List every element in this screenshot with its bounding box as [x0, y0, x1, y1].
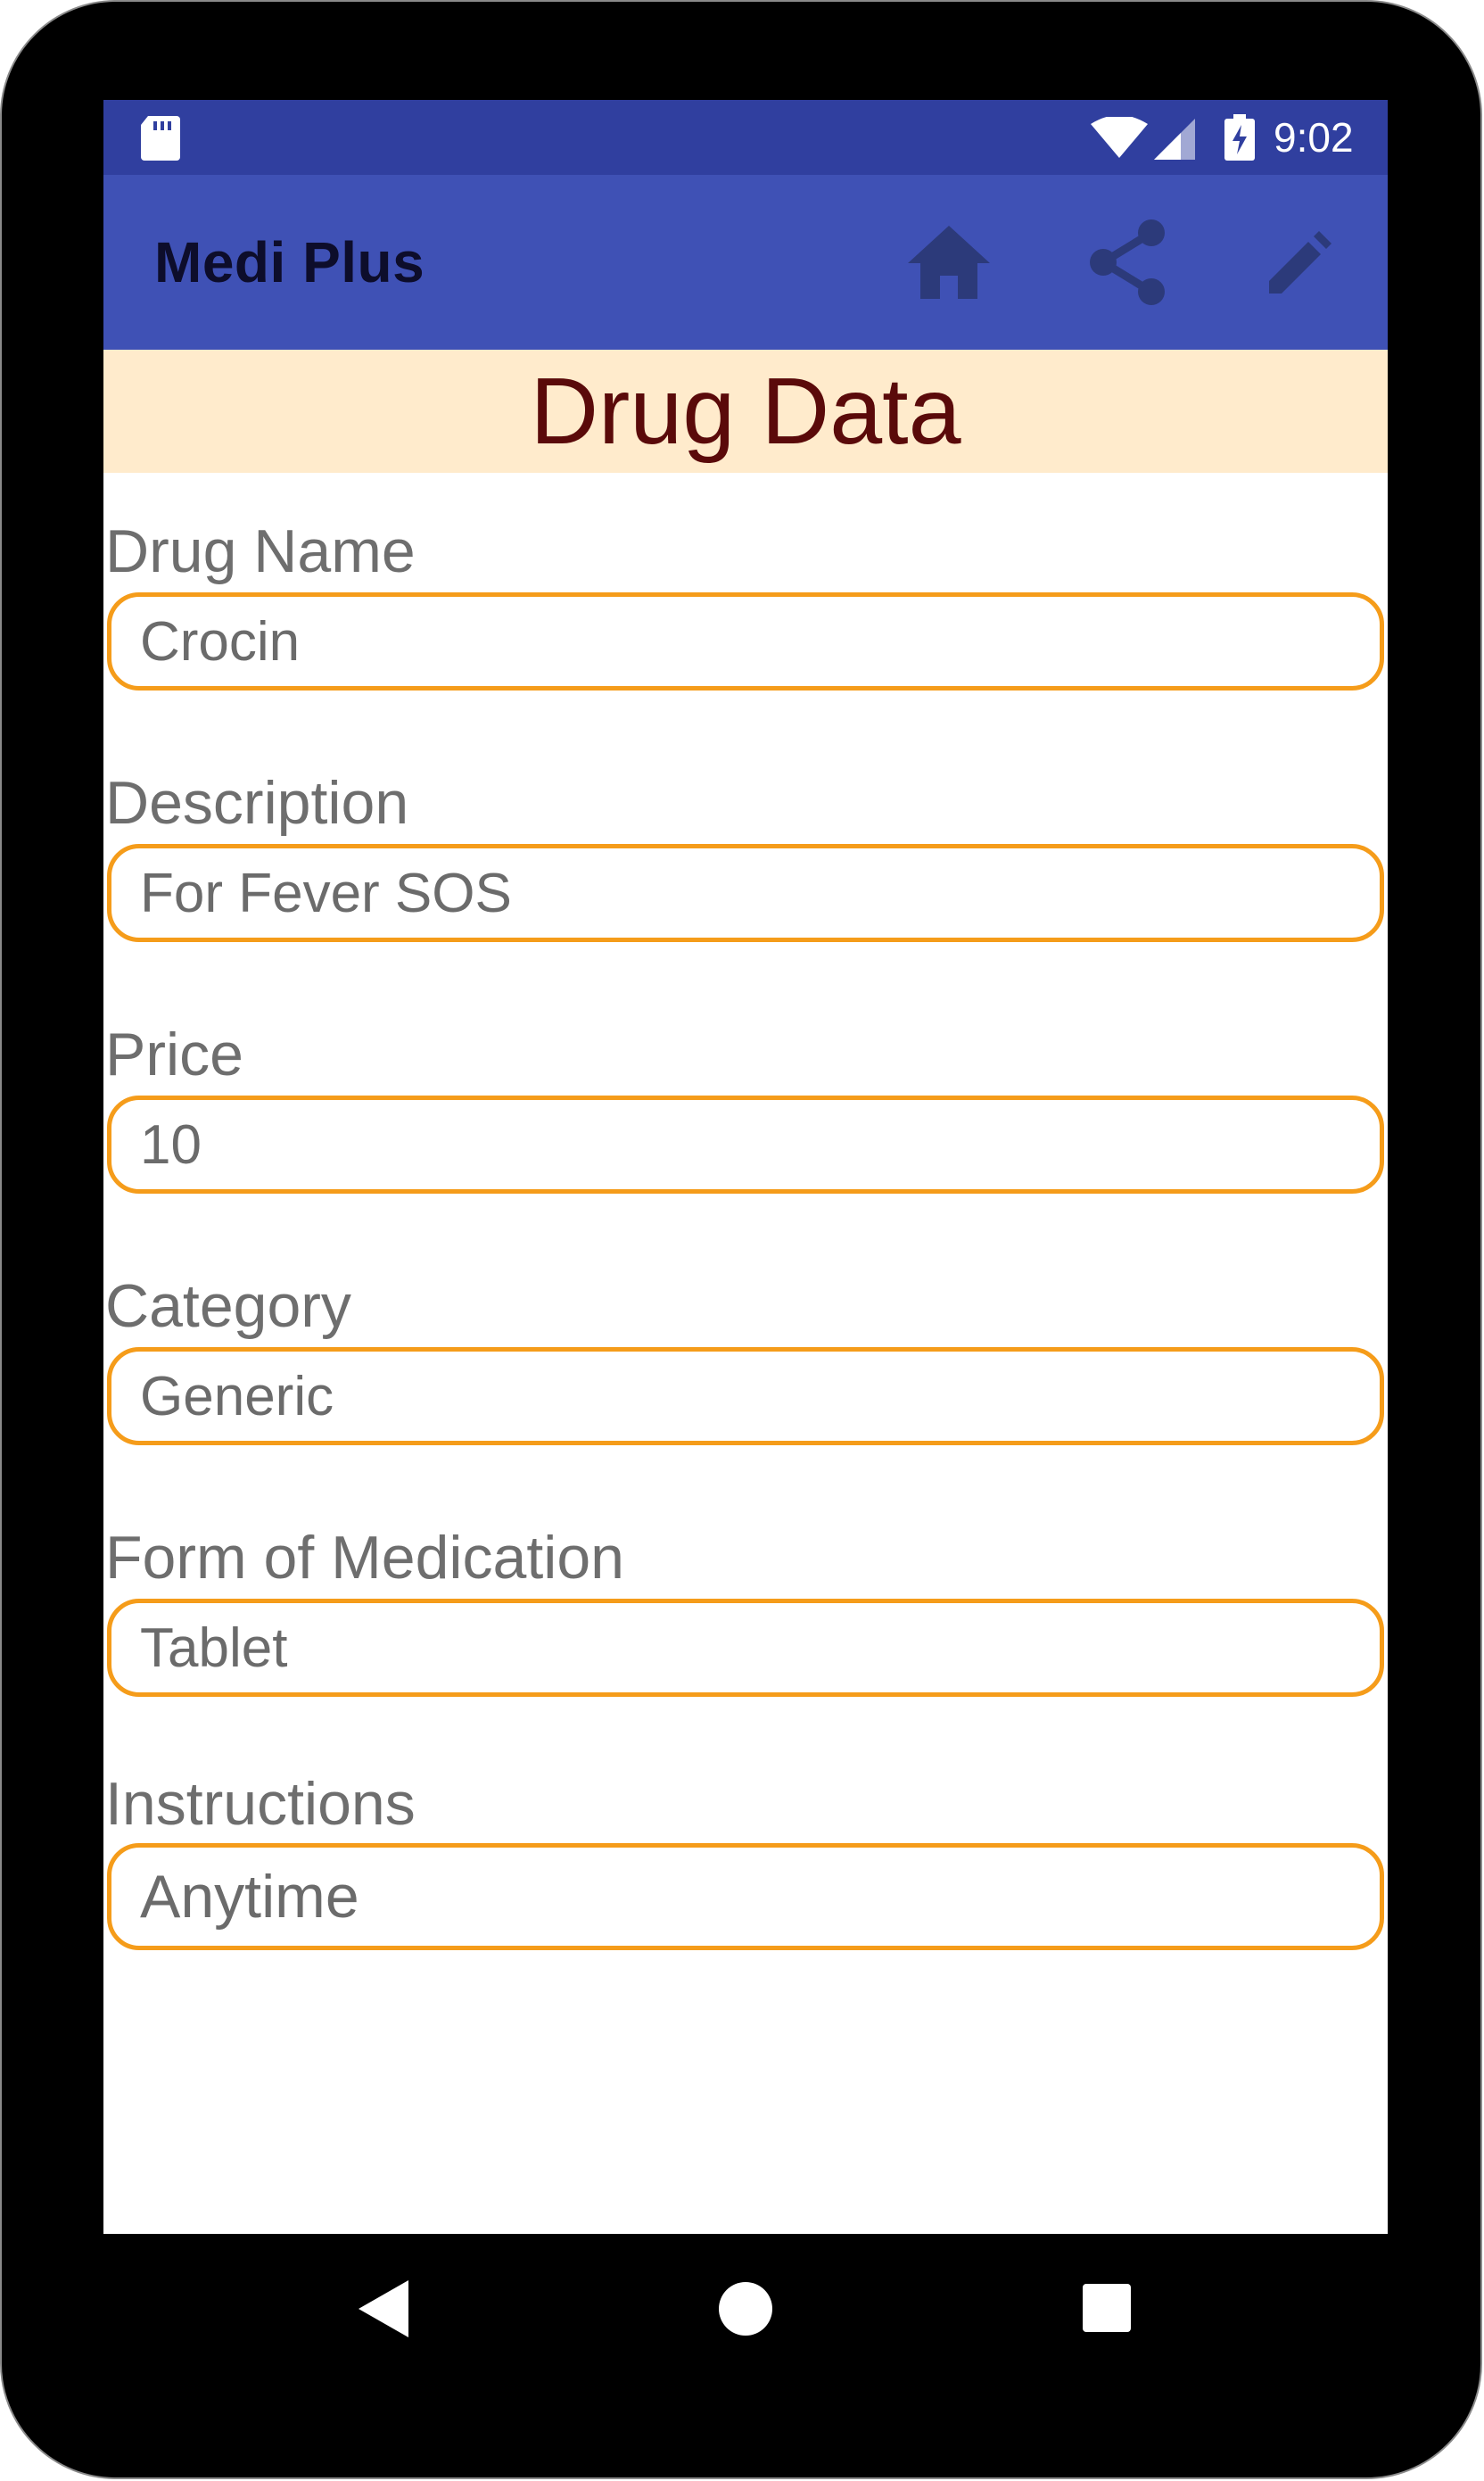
form-of-medication-label: Form of Medication [105, 1524, 624, 1592]
page-header: Drug Data [103, 350, 1388, 473]
price-field[interactable]: 10 [107, 1096, 1384, 1194]
form-of-medication-field[interactable]: Tablet [107, 1599, 1384, 1697]
edit-button[interactable] [1256, 218, 1345, 307]
category-label: Category [105, 1272, 351, 1340]
instructions-field[interactable]: Anytime [107, 1843, 1384, 1950]
sd-card-icon [141, 116, 180, 161]
wifi-icon [1091, 117, 1148, 158]
price-label: Price [105, 1021, 243, 1088]
drug-name-field[interactable]: Crocin [107, 592, 1384, 691]
home-button[interactable] [904, 218, 993, 307]
home-icon [908, 226, 990, 299]
app-title: Medi Plus [154, 230, 425, 294]
home-circle-icon[interactable] [719, 2282, 772, 2336]
status-clock: 9:02 [1274, 114, 1354, 161]
share-icon [1090, 219, 1165, 305]
drug-name-label: Drug Name [105, 517, 416, 585]
app-screen: 9:02 Medi Plus Drug Data Drug Name Croci… [103, 100, 1388, 2234]
share-button[interactable] [1083, 218, 1172, 307]
device-frame: 9:02 Medi Plus Drug Data Drug Name Croci… [0, 0, 1482, 2479]
status-bar: 9:02 [103, 100, 1388, 175]
system-nav-bar [103, 2234, 1388, 2386]
cell-signal-icon [1154, 119, 1195, 160]
battery-charging-icon [1224, 114, 1255, 161]
back-icon[interactable] [359, 2280, 412, 2337]
category-field[interactable]: Generic [107, 1347, 1384, 1445]
page-title: Drug Data [530, 359, 961, 464]
description-field[interactable]: For Fever SOS [107, 844, 1384, 942]
recents-icon[interactable] [1083, 2284, 1131, 2332]
instructions-label: Instructions [105, 1770, 416, 1838]
description-label: Description [105, 769, 409, 837]
app-toolbar: Medi Plus [103, 175, 1388, 350]
edit-icon [1269, 231, 1331, 294]
